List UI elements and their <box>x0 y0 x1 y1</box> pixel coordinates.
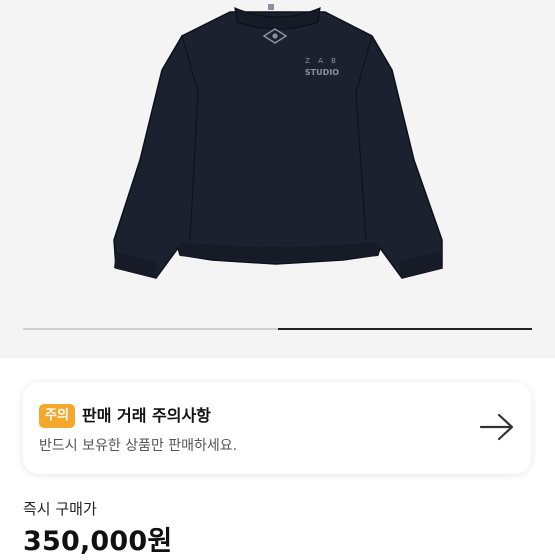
product-image: Z A B STUDIO <box>113 4 443 279</box>
gallery-pager <box>23 328 532 330</box>
notice-title: 판매 거래 주의사항 <box>82 406 211 425</box>
price-label: 즉시 구매가 <box>23 500 97 518</box>
pager-active-segment <box>277 328 532 330</box>
arrow-right-icon[interactable] <box>479 412 515 442</box>
product-image-area[interactable]: Z A B STUDIO <box>0 0 555 358</box>
chest-print-line2: STUDIO <box>305 68 339 77</box>
chest-print-line1: Z A B <box>305 57 339 65</box>
warning-badge: 주의 <box>39 404 75 428</box>
sale-notice-card[interactable]: 주의 판매 거래 주의사항 반드시 보유한 상품만 판매하세요. <box>23 382 531 474</box>
notice-description: 반드시 보유한 상품만 판매하세요. <box>39 438 238 454</box>
